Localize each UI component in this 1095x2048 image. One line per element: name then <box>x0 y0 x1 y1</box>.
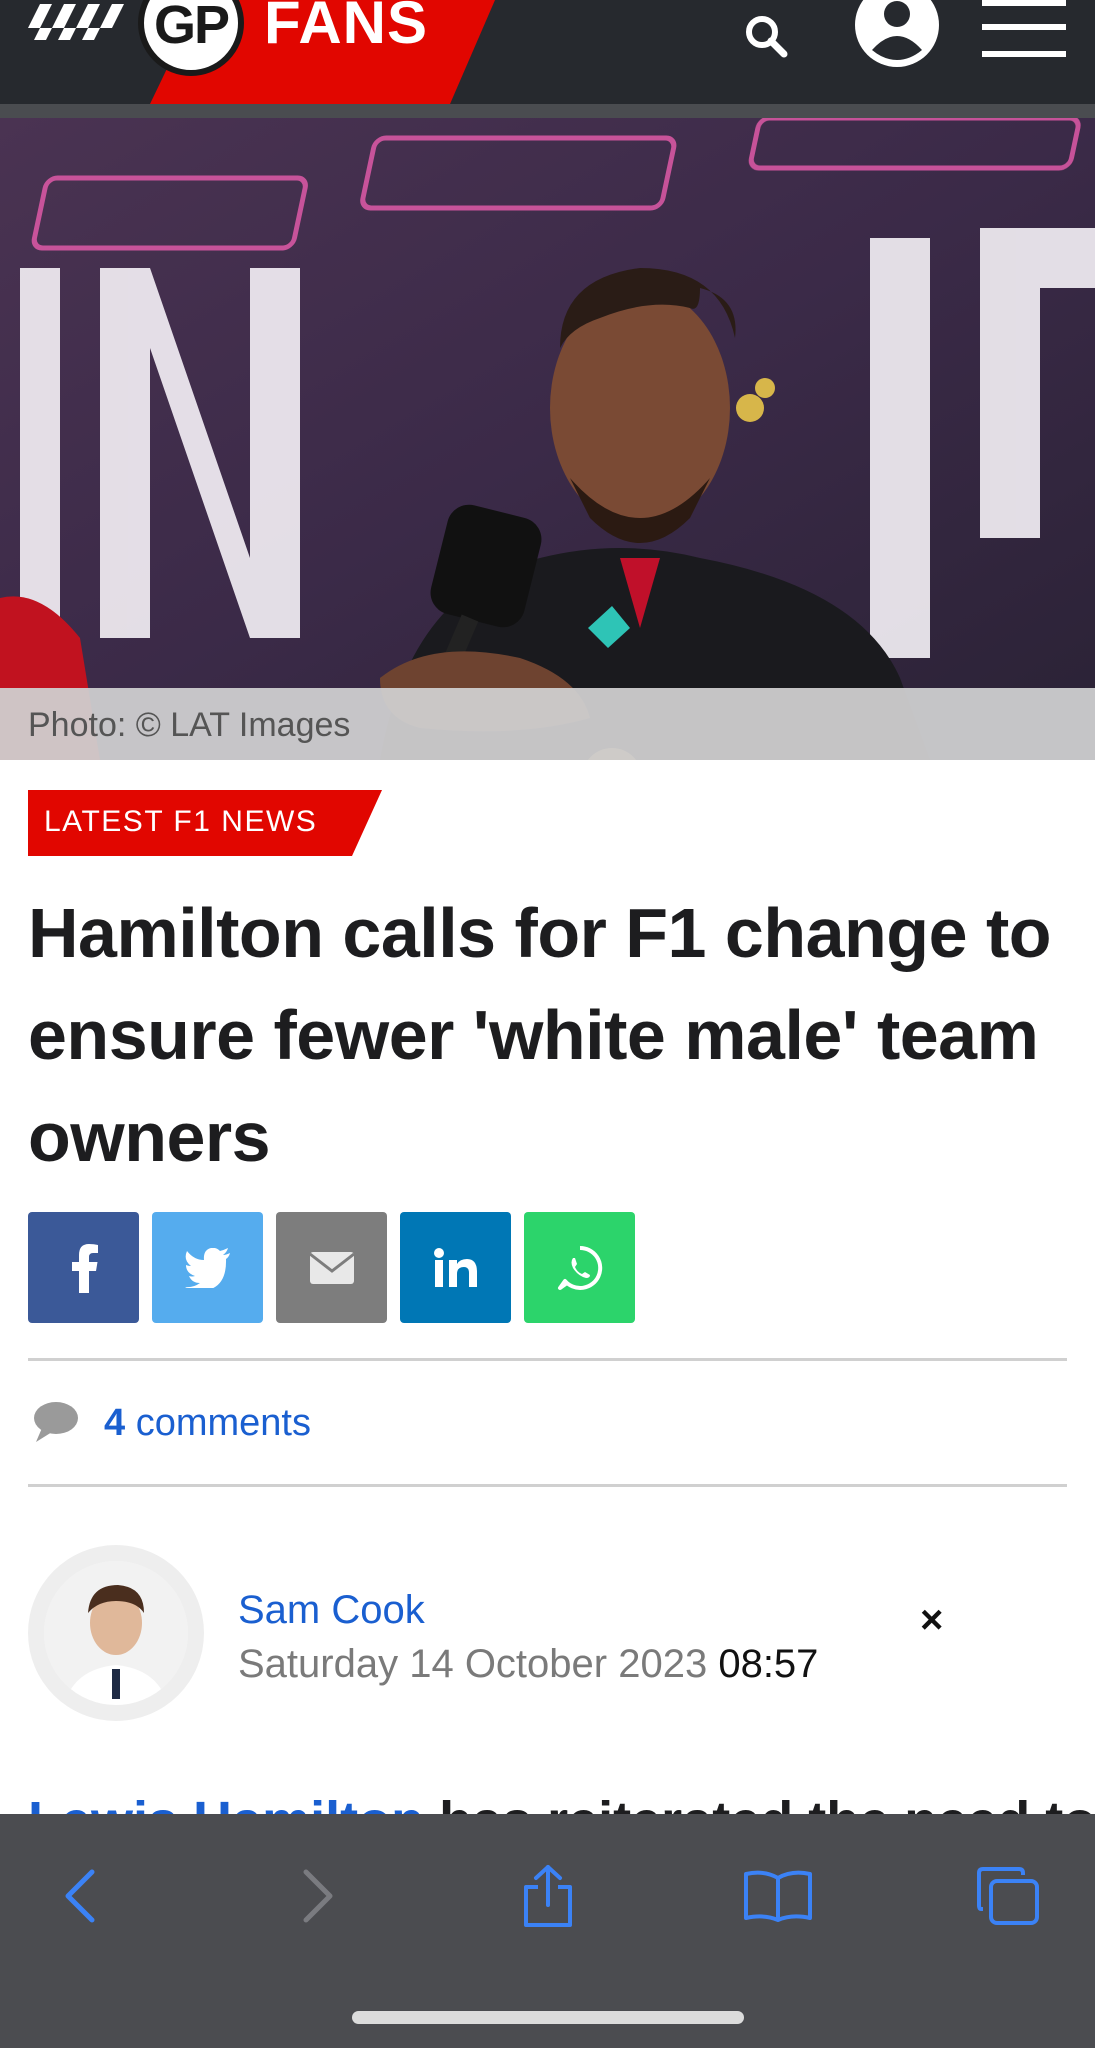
share-linkedin-button[interactable] <box>400 1212 511 1323</box>
share-icon <box>524 1865 572 1927</box>
email-icon <box>308 1251 355 1284</box>
photo-credit: Photo: © LAT Images <box>28 706 351 744</box>
author-avatar[interactable] <box>44 1561 188 1705</box>
tabs-icon <box>977 1867 1039 1925</box>
account-button[interactable] <box>852 0 942 70</box>
back-icon <box>65 1869 95 1923</box>
publish-date-text: Saturday 14 October 2023 <box>238 1642 708 1686</box>
publish-date: Saturday 14 October 2023 08:57 <box>238 1642 818 1687</box>
search-icon <box>746 16 788 58</box>
logo-fans-text[interactable]: FANS <box>264 0 428 57</box>
comments-link[interactable]: 4 comments <box>104 1402 311 1445</box>
share-button[interactable] <box>508 1856 588 1936</box>
forward-button[interactable] <box>278 1856 358 1936</box>
tabs-button[interactable] <box>968 1856 1048 1936</box>
share-twitter-button[interactable] <box>152 1212 263 1323</box>
comments-count[interactable]: 4 <box>104 1402 125 1444</box>
article-title: Hamilton calls for F1 change to ensure f… <box>28 894 1052 1176</box>
author-photo <box>44 1561 188 1705</box>
close-button[interactable]: × <box>920 1598 943 1643</box>
back-button[interactable] <box>40 1856 120 1936</box>
share-facebook-button[interactable] <box>28 1212 139 1323</box>
user-account-icon <box>855 0 939 67</box>
whatsapp-icon <box>557 1245 602 1290</box>
hero-image <box>0 118 1095 760</box>
search-button[interactable] <box>738 8 794 64</box>
divider-bottom <box>28 1484 1067 1487</box>
header-divider <box>0 104 1095 118</box>
share-whatsapp-button[interactable] <box>524 1212 635 1323</box>
divider-top <box>28 1358 1067 1361</box>
hamburger-menu-icon <box>982 0 1066 57</box>
home-indicator[interactable] <box>352 2011 744 2024</box>
comments-label[interactable]: comments <box>136 1402 311 1444</box>
checkered-flag-icon <box>28 4 124 40</box>
forward-icon <box>303 1869 333 1923</box>
twitter-icon <box>184 1247 230 1288</box>
share-email-button[interactable] <box>276 1212 387 1323</box>
comment-icon <box>34 1402 78 1442</box>
bookmarks-button[interactable] <box>738 1856 818 1936</box>
hero-photo-illustration <box>0 118 1095 760</box>
bookmarks-icon <box>744 1870 812 1922</box>
menu-button[interactable] <box>980 0 1068 62</box>
linkedin-icon <box>433 1247 477 1287</box>
facebook-icon <box>71 1243 98 1293</box>
category-badge-label[interactable]: LATEST F1 NEWS <box>44 805 317 839</box>
author-name[interactable]: Sam Cook <box>238 1588 425 1633</box>
publish-time: 08:57 <box>718 1642 819 1686</box>
